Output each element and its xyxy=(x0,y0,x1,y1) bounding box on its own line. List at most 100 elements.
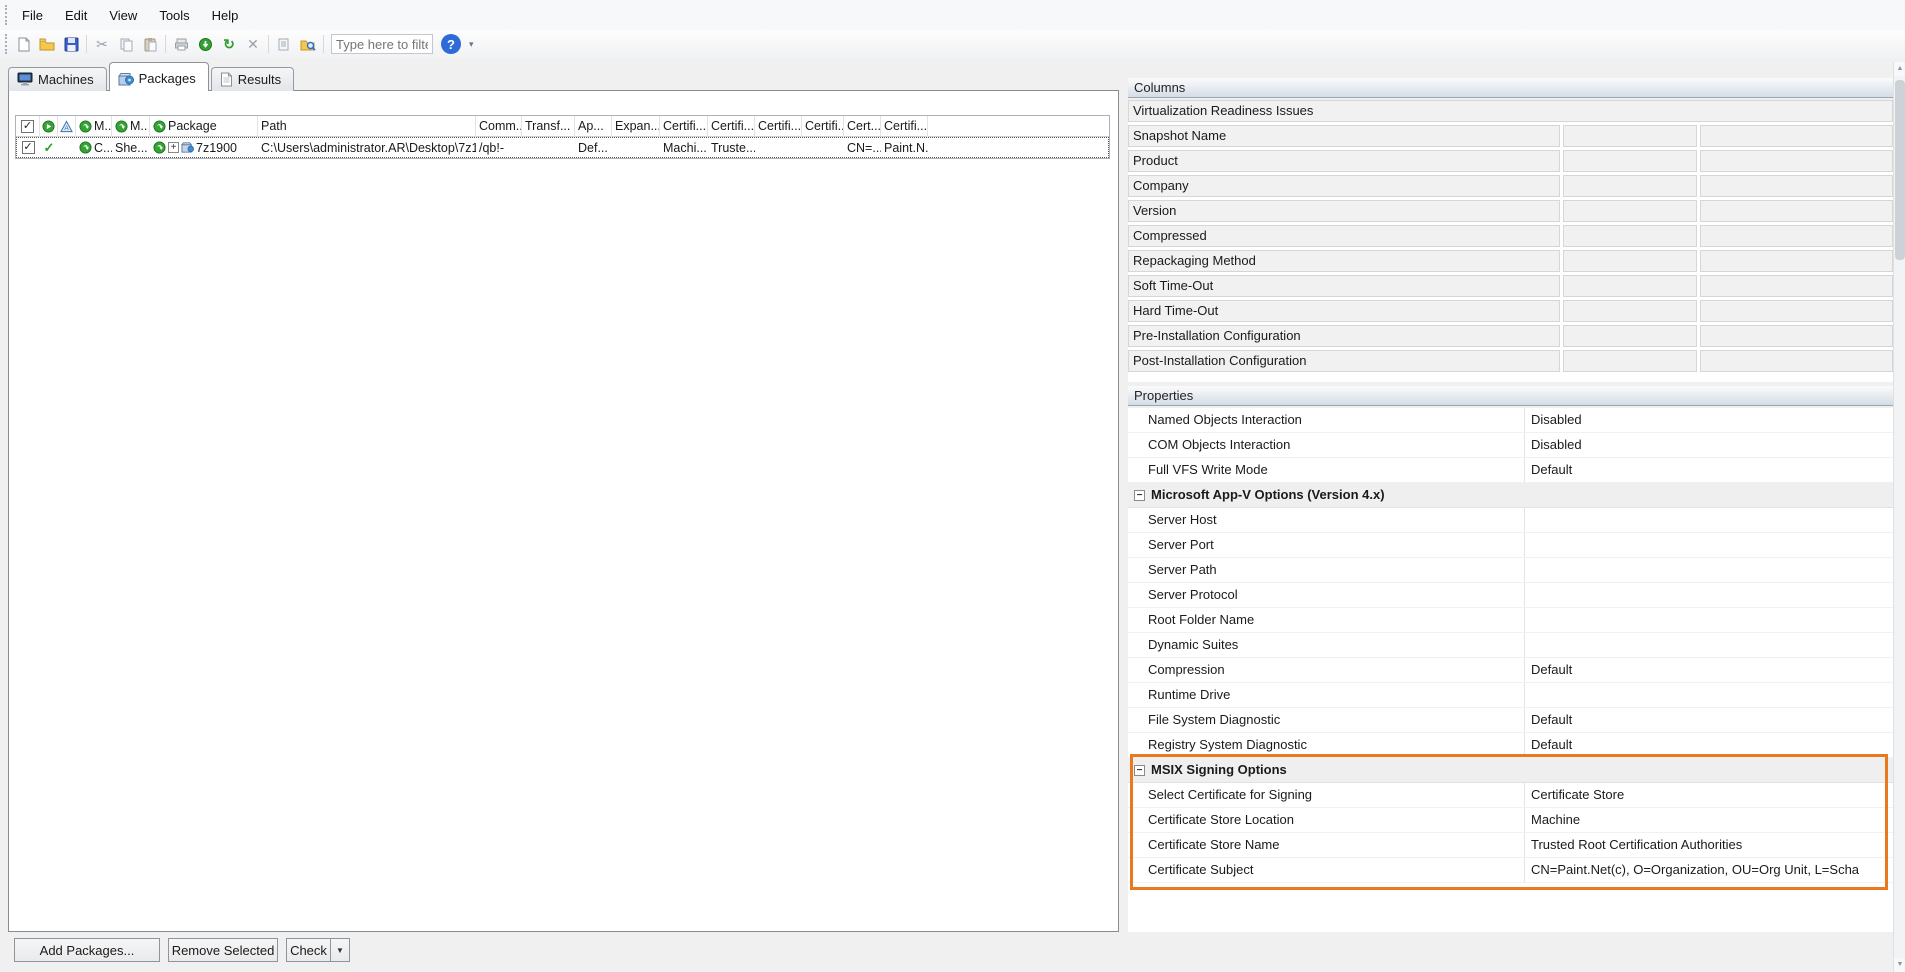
columns-row-empty-cell[interactable] xyxy=(1700,325,1893,347)
property-section-row[interactable]: −Microsoft App-V Options (Version 4.x) xyxy=(1128,483,1893,508)
transform-column-header[interactable]: A xyxy=(58,116,76,137)
property-row[interactable]: Certificate Store NameTrusted Root Certi… xyxy=(1128,833,1893,858)
property-row[interactable]: Certificate SubjectCN=Paint.Net(c), O=Or… xyxy=(1128,858,1893,883)
property-value[interactable]: Trusted Root Certification Authorities xyxy=(1524,833,1893,857)
delete-button[interactable]: ✕ xyxy=(242,33,264,55)
properties-section-header[interactable]: Properties xyxy=(1128,386,1893,406)
property-value[interactable] xyxy=(1524,633,1893,657)
install-button[interactable] xyxy=(194,33,216,55)
columns-row[interactable]: Compressed xyxy=(1128,225,1893,247)
columns-row-empty-cell[interactable] xyxy=(1563,150,1697,172)
filter-input[interactable] xyxy=(331,34,433,54)
check-dropdown-button[interactable]: ▼ xyxy=(330,938,350,962)
columns-row-empty-cell[interactable] xyxy=(1700,300,1893,322)
columns-row-empty-cell[interactable] xyxy=(1563,325,1697,347)
property-value[interactable] xyxy=(1524,583,1893,607)
report-button[interactable] xyxy=(273,33,295,55)
columns-row-empty-cell[interactable] xyxy=(1563,300,1697,322)
menu-view[interactable]: View xyxy=(98,4,148,27)
property-value[interactable] xyxy=(1524,508,1893,532)
scroll-up-icon[interactable]: ▲ xyxy=(1894,62,1905,76)
columns-row[interactable]: Snapshot Name xyxy=(1128,125,1893,147)
columns-row-empty-cell[interactable] xyxy=(1700,200,1893,222)
add-packages-button[interactable]: Add Packages... xyxy=(14,938,160,962)
property-value[interactable]: Certificate Store xyxy=(1524,783,1893,807)
property-value[interactable] xyxy=(1524,608,1893,632)
property-value[interactable] xyxy=(1524,558,1893,582)
column-header-path[interactable]: Path xyxy=(258,116,476,137)
columns-row-empty-cell[interactable] xyxy=(1563,200,1697,222)
property-row[interactable]: Server Protocol xyxy=(1128,583,1893,608)
remove-selected-button[interactable]: Remove Selected xyxy=(168,938,278,962)
copy-button[interactable] xyxy=(115,33,137,55)
column-header-cert5[interactable]: Cert... xyxy=(844,116,881,137)
property-row[interactable]: Server Path xyxy=(1128,558,1893,583)
right-panel-scrollbar[interactable]: ▲ ▼ xyxy=(1893,62,1905,972)
columns-row-empty-cell[interactable] xyxy=(1700,250,1893,272)
columns-row-empty-cell[interactable] xyxy=(1563,225,1697,247)
columns-row-empty-cell[interactable] xyxy=(1563,350,1697,372)
property-row[interactable]: Full VFS Write ModeDefault xyxy=(1128,458,1893,483)
column-header-cert4[interactable]: Certifi... xyxy=(802,116,844,137)
column-header-cert2[interactable]: Certifi... xyxy=(708,116,755,137)
property-row[interactable]: COM Objects InteractionDisabled xyxy=(1128,433,1893,458)
property-value[interactable]: Machine xyxy=(1524,808,1893,832)
property-row[interactable]: Server Host xyxy=(1128,508,1893,533)
help-button[interactable]: ? xyxy=(441,34,461,54)
property-value[interactable]: Disabled xyxy=(1524,408,1893,432)
columns-row-empty-cell[interactable] xyxy=(1563,275,1697,297)
columns-row-empty-cell[interactable] xyxy=(1700,125,1893,147)
column-header-ap[interactable]: Ap... xyxy=(575,116,612,137)
columns-section-header[interactable]: Columns xyxy=(1128,78,1893,98)
property-value[interactable]: Default xyxy=(1524,733,1893,757)
refresh-button[interactable]: ↻ xyxy=(218,33,240,55)
save-button[interactable] xyxy=(60,33,82,55)
columns-row[interactable]: Hard Time-Out xyxy=(1128,300,1893,322)
scroll-down-icon[interactable]: ▼ xyxy=(1894,958,1905,972)
columns-row[interactable]: Repackaging Method xyxy=(1128,250,1893,272)
property-value[interactable]: Default xyxy=(1524,458,1893,482)
column-header-command[interactable]: Comm... xyxy=(476,116,522,137)
tab-packages[interactable]: Packages xyxy=(109,62,209,91)
tab-machines[interactable]: Machines xyxy=(8,67,107,91)
columns-row-empty-cell[interactable] xyxy=(1563,175,1697,197)
property-row[interactable]: Dynamic Suites xyxy=(1128,633,1893,658)
search-packages-button[interactable] xyxy=(297,33,319,55)
columns-row-empty-cell[interactable] xyxy=(1700,350,1893,372)
column-header-cert6[interactable]: Certifi... xyxy=(881,116,928,137)
menu-edit[interactable]: Edit xyxy=(54,4,98,27)
column-header-cert3[interactable]: Certifi... xyxy=(755,116,802,137)
columns-row[interactable]: Company xyxy=(1128,175,1893,197)
cut-button[interactable]: ✂ xyxy=(91,33,113,55)
columns-row-empty-cell[interactable] xyxy=(1563,250,1697,272)
property-value[interactable]: Disabled xyxy=(1524,433,1893,457)
status-column-header[interactable] xyxy=(40,116,58,137)
columns-row-empty-cell[interactable] xyxy=(1700,275,1893,297)
columns-row[interactable]: Version xyxy=(1128,200,1893,222)
columns-row-empty-cell[interactable] xyxy=(1563,125,1697,147)
select-all-checkbox[interactable]: ✓ xyxy=(21,120,34,133)
property-row[interactable]: Certificate Store LocationMachine xyxy=(1128,808,1893,833)
property-row[interactable]: Registry System DiagnosticDefault xyxy=(1128,733,1893,758)
scrollbar-thumb[interactable] xyxy=(1895,80,1905,260)
collapse-icon[interactable]: − xyxy=(1134,490,1145,501)
toolbar-grip[interactable] xyxy=(5,34,11,54)
tab-results[interactable]: Results xyxy=(211,67,294,91)
new-document-button[interactable] xyxy=(12,33,34,55)
property-row[interactable]: Select Certificate for SigningCertificat… xyxy=(1128,783,1893,808)
toolbar-overflow-button[interactable]: ▾ xyxy=(467,37,476,52)
row-select-checkbox[interactable]: ✓ xyxy=(22,141,35,154)
column-header-m2[interactable]: M.. xyxy=(112,116,150,137)
collapse-icon[interactable]: − xyxy=(1134,765,1145,776)
columns-row[interactable]: Soft Time-Out xyxy=(1128,275,1893,297)
columns-row[interactable]: Pre-Installation Configuration xyxy=(1128,325,1893,347)
check-button[interactable]: Check xyxy=(286,938,330,962)
menu-help[interactable]: Help xyxy=(201,4,250,27)
property-row[interactable]: CompressionDefault xyxy=(1128,658,1893,683)
open-button[interactable] xyxy=(36,33,58,55)
menu-tools[interactable]: Tools xyxy=(148,4,200,27)
property-row[interactable]: Runtime Drive xyxy=(1128,683,1893,708)
property-row[interactable]: Root Folder Name xyxy=(1128,608,1893,633)
print-button[interactable] xyxy=(170,33,192,55)
column-header-package[interactable]: Package xyxy=(150,116,258,137)
